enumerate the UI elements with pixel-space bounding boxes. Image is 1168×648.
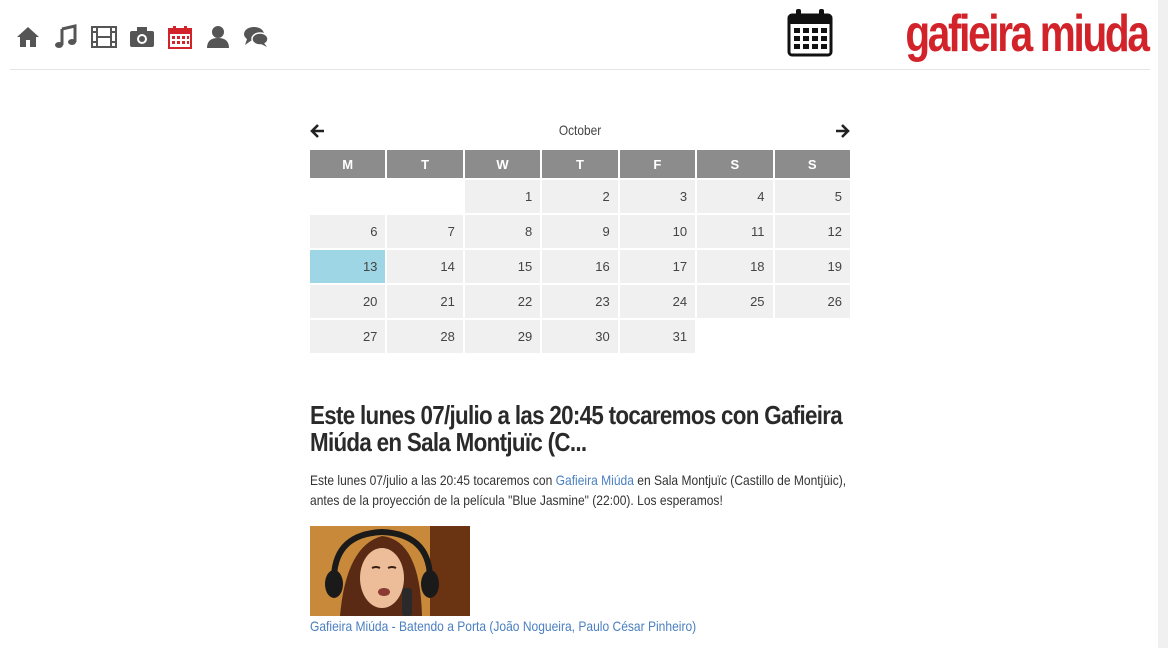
calendar-week-row: 13 14 15 16 17 18 19	[310, 250, 850, 283]
post-article: Este lunes 07/julio a las 20:45 tocaremo…	[310, 402, 855, 634]
calendar-day-cell[interactable]: 6	[310, 215, 386, 248]
calendar-week-row: 27 28 29 30 31	[310, 320, 850, 353]
camera-icon[interactable]	[128, 22, 155, 52]
top-navbar: gafieira miuda	[10, 0, 1150, 70]
calendar-grid: M T W T F S S 1 2 3 4 5 6 7 8 9 10 11 12 13 14 15 16 17 1…	[308, 148, 852, 355]
calendar-day-cell[interactable]: 18	[697, 250, 773, 283]
calendar-day-cell[interactable]: 12	[774, 215, 850, 248]
calendar-day-cell[interactable]: 27	[310, 320, 386, 353]
video-caption-link[interactable]: Gafieira Miúda - Batendo a Porta (João N…	[310, 618, 696, 634]
calendar-days: 1 2 3 4 5 6 7 8 9 10 11 12 13 14 15 16 17 18 19 20 21 22 23 24 2…	[310, 180, 850, 353]
weekday-label: M	[310, 150, 386, 178]
calendar-day-cell[interactable]: 8	[464, 215, 541, 248]
post-title[interactable]: Este lunes 07/julio a las 20:45 tocaremo…	[310, 402, 855, 456]
weekday-label: T	[542, 150, 618, 178]
calendar-day-cell[interactable]: 21	[387, 285, 463, 318]
calendar-week-row: 6 7 8 9 10 11 12	[310, 215, 850, 248]
calendar-day-cell[interactable]: 10	[619, 215, 696, 248]
calendar-day-cell[interactable]: 28	[387, 320, 463, 353]
calendar-day-cell[interactable]: 17	[619, 250, 696, 283]
video-thumbnail[interactable]	[310, 526, 470, 616]
music-icon[interactable]	[52, 22, 79, 52]
weekday-label: F	[619, 150, 696, 178]
post-body-text: Este lunes 07/julio a las 20:45 tocaremo…	[310, 472, 556, 488]
calendar-empty-cell	[387, 180, 462, 213]
calendar-day-cell[interactable]: 16	[542, 250, 618, 283]
comments-icon[interactable]	[242, 22, 269, 52]
user-icon[interactable]	[204, 22, 231, 52]
calendar-empty-cell	[310, 180, 385, 213]
calendar-day-cell[interactable]: 24	[619, 285, 696, 318]
brand-logo[interactable]: gafieira miuda	[787, 5, 1151, 63]
calendar-day-cell[interactable]: 1	[464, 180, 541, 213]
brand-calendar-icon	[787, 7, 833, 62]
calendar-day-cell[interactable]: 15	[464, 250, 541, 283]
calendar-day-cell[interactable]: 19	[774, 250, 850, 283]
calendar-day-cell[interactable]: 13	[310, 250, 386, 283]
calendar-day-cell[interactable]: 26	[774, 285, 850, 318]
weekday-header-row: M T W T F S S	[310, 150, 850, 178]
calendar-empty-cell	[775, 320, 850, 353]
post-body: Este lunes 07/julio a las 20:45 tocaremo…	[310, 470, 855, 510]
weekday-label: S	[697, 150, 773, 178]
calendar-week-row: 12345	[310, 180, 850, 213]
page-scrollbar[interactable]	[1158, 0, 1168, 648]
calendar-icon[interactable]	[166, 22, 193, 52]
calendar-day-cell[interactable]: 25	[697, 285, 773, 318]
calendar-empty-cell	[697, 320, 772, 353]
calendar-day-cell[interactable]: 2	[542, 180, 618, 213]
calendar-week-row: 20 21 22 23 24 25 26	[310, 285, 850, 318]
calendar-day-cell[interactable]: 30	[542, 320, 618, 353]
calendar-day-cell[interactable]: 29	[464, 320, 541, 353]
calendar-day-cell[interactable]: 23	[542, 285, 618, 318]
calendar-day-cell[interactable]: 22	[464, 285, 541, 318]
calendar-day-cell[interactable]: 7	[387, 215, 463, 248]
calendar-widget: October M T W T F S S 1 2 3 4 5 6 7 8 9 10 11 12 13 1…	[310, 118, 850, 355]
calendar-day-cell[interactable]: 5	[774, 180, 850, 213]
calendar-day-cell[interactable]: 14	[387, 250, 463, 283]
calendar-day-cell[interactable]: 3	[619, 180, 696, 213]
calendar-day-cell[interactable]: 20	[310, 285, 386, 318]
calendar-day-cell[interactable]: 9	[542, 215, 618, 248]
weekday-label: T	[387, 150, 463, 178]
next-month-arrow-icon[interactable]	[834, 123, 850, 139]
calendar-day-cell[interactable]: 11	[697, 215, 773, 248]
weekday-label: S	[774, 150, 850, 178]
calendar-month: October	[558, 122, 602, 138]
calendar-header: October	[310, 118, 850, 144]
band-link[interactable]: Gafieira Miúda	[556, 472, 634, 488]
calendar-day-cell[interactable]: 4	[697, 180, 773, 213]
film-icon[interactable]	[90, 22, 117, 52]
brand-name: gafieira miuda	[905, 5, 1151, 63]
weekday-label: W	[464, 150, 541, 178]
nav-icon-bar	[14, 22, 269, 52]
calendar-day-cell[interactable]: 31	[619, 320, 696, 353]
home-icon[interactable]	[14, 22, 41, 52]
previous-month-arrow-icon[interactable]	[310, 123, 326, 139]
